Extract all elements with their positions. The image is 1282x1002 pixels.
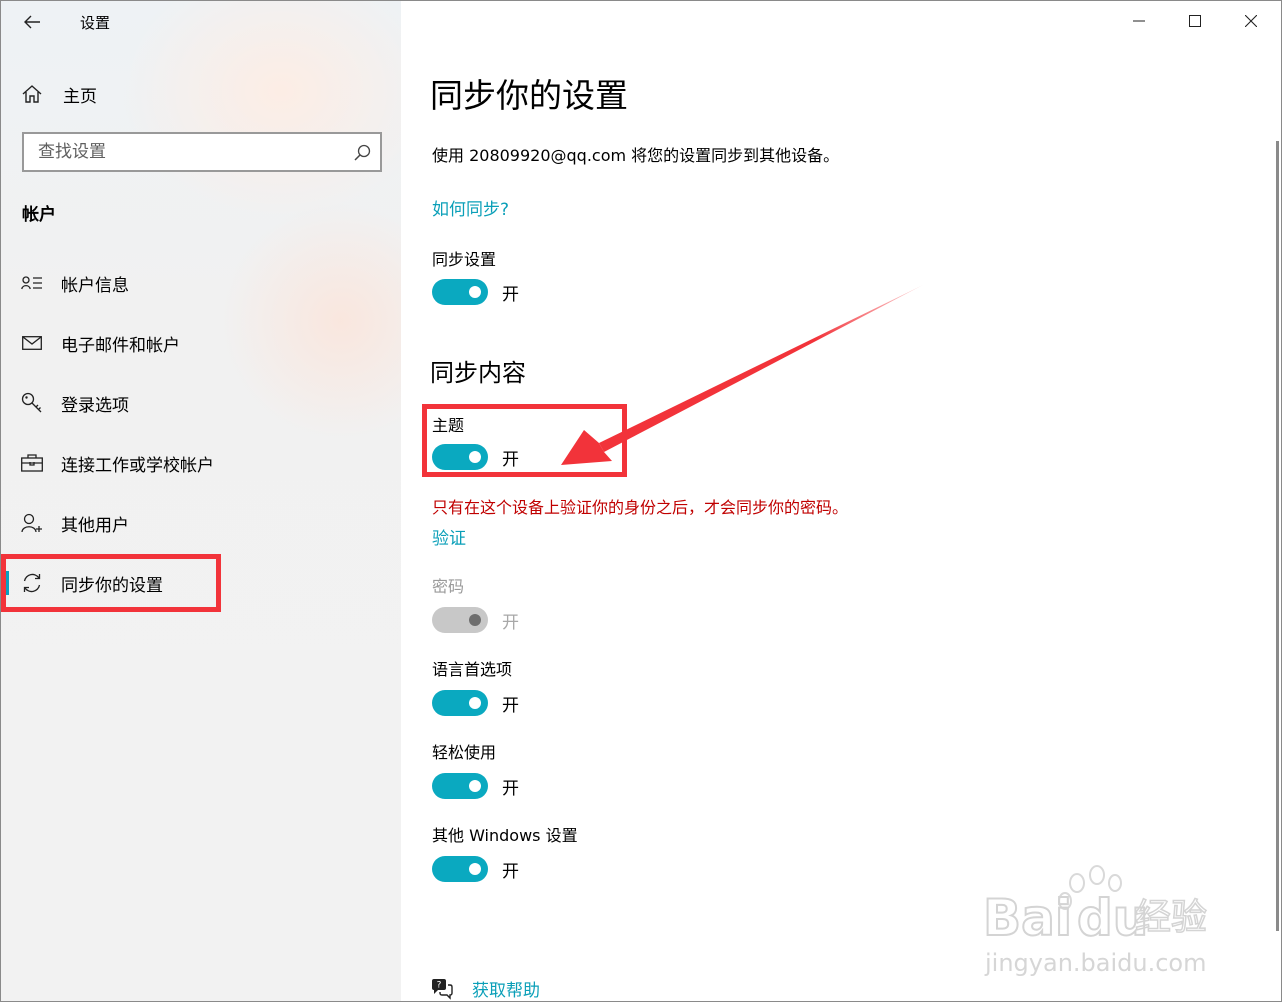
other-windows-row: 开 <box>432 856 519 882</box>
verify-link[interactable]: 验证 <box>432 524 466 549</box>
toggle-knob <box>469 614 481 626</box>
back-button[interactable] <box>15 7 49 37</box>
sidebar-item-label: 电子邮件和帐户 <box>61 335 180 356</box>
section-label: 帐户 <box>22 205 56 225</box>
sync-description: 使用 20809920@qq.com 将您的设置同步到其他设备。 <box>432 146 840 165</box>
sidebar-glow <box>121 1 401 221</box>
sidebar-item-home[interactable]: 主页 <box>21 79 97 109</box>
language-toggle[interactable] <box>432 690 488 716</box>
other-windows-label: 其他 Windows 设置 <box>432 826 578 845</box>
main-content: 同步你的设置 使用 20809920@qq.com 将您的设置同步到其他设备。 … <box>402 1 1282 1001</box>
help-chat-icon: ? <box>432 978 453 1000</box>
password-toggle <box>432 607 488 633</box>
sidebar-item-label: 登录选项 <box>61 395 129 416</box>
sidebar-item-label: 帐户信息 <box>61 275 129 296</box>
toggle-state-label: 开 <box>502 861 519 882</box>
toggle-state-label: 开 <box>502 284 519 305</box>
annotation-highlight-box <box>1 554 221 612</box>
toggle-knob <box>469 286 481 298</box>
how-to-sync-link[interactable]: 如何同步? <box>432 195 509 220</box>
settings-window: 设置 主页 帐户 帐户信息 <box>0 0 1282 1002</box>
back-arrow-icon <box>24 15 40 29</box>
sidebar-item-label: 主页 <box>63 86 97 107</box>
language-row: 开 <box>432 690 519 716</box>
search-icon[interactable] <box>353 144 371 162</box>
add-person-icon <box>21 512 43 534</box>
ease-of-access-row: 开 <box>432 773 519 799</box>
get-help-link[interactable]: 获取帮助 <box>472 976 540 1001</box>
password-label: 密码 <box>432 577 465 596</box>
sidebar-item-account-info[interactable]: 帐户信息 <box>1 259 401 307</box>
toggle-state-label: 开 <box>502 612 519 633</box>
sidebar-item-email[interactable]: 电子邮件和帐户 <box>1 319 401 367</box>
sidebar: 设置 主页 帐户 帐户信息 <box>1 1 401 1001</box>
sync-content-heading: 同步内容 <box>430 359 526 387</box>
scrollbar[interactable] <box>1276 141 1279 931</box>
sync-settings-label: 同步设置 <box>432 250 497 269</box>
sidebar-item-label: 连接工作或学校帐户 <box>61 455 214 476</box>
password-row: 开 <box>432 607 519 633</box>
help-row: ? 获取帮助 <box>430 976 540 1001</box>
briefcase-icon <box>21 452 43 474</box>
password-warning: 只有在这个设备上验证你的身份之后，才会同步你的密码。 <box>432 498 849 517</box>
toggle-state-label: 开 <box>502 695 519 716</box>
app-title: 设置 <box>80 14 111 32</box>
mail-icon <box>21 332 43 354</box>
language-label: 语言首选项 <box>432 660 513 679</box>
sidebar-item-work-school[interactable]: 连接工作或学校帐户 <box>1 439 401 487</box>
toggle-knob <box>469 697 481 709</box>
ease-of-access-label: 轻松使用 <box>432 743 497 762</box>
account-info-icon <box>21 272 43 294</box>
ease-of-access-toggle[interactable] <box>432 773 488 799</box>
svg-text:?: ? <box>437 980 442 990</box>
home-icon <box>22 85 42 103</box>
toggle-knob <box>469 863 481 875</box>
search-box[interactable] <box>22 132 382 172</box>
sidebar-item-sign-in[interactable]: 登录选项 <box>1 379 401 427</box>
toggle-state-label: 开 <box>502 778 519 799</box>
sync-settings-toggle[interactable] <box>432 279 488 305</box>
sidebar-item-label: 其他用户 <box>61 515 129 536</box>
other-windows-toggle[interactable] <box>432 856 488 882</box>
toggle-knob <box>469 780 481 792</box>
page-title: 同步你的设置 <box>430 76 628 115</box>
search-input[interactable] <box>38 141 338 163</box>
annotation-highlight-box <box>422 404 627 477</box>
key-icon <box>21 392 43 414</box>
sidebar-item-other-users[interactable]: 其他用户 <box>1 499 401 547</box>
sync-settings-row: 开 <box>432 279 519 305</box>
